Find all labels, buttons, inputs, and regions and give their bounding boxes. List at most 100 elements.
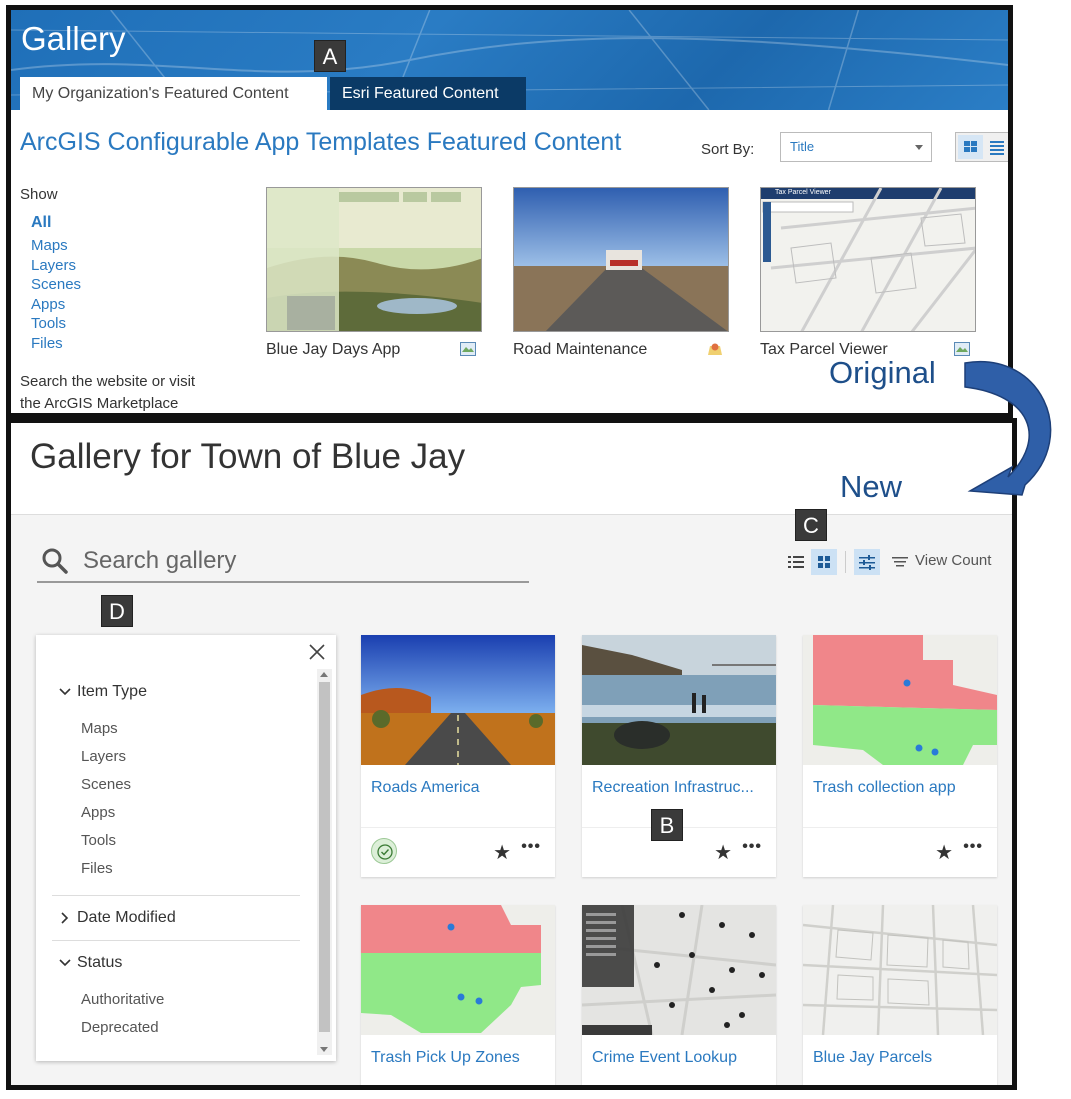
filter-scrollbar[interactable] [317, 669, 332, 1055]
sort-by-label: Sort By: [701, 141, 755, 158]
new-gallery-panel: Gallery for Town of Blue Jay C D [6, 418, 1017, 1090]
filter-scenes[interactable]: Scenes [31, 275, 81, 295]
scroll-up-icon[interactable] [320, 672, 328, 677]
filter-toggle-button[interactable] [854, 549, 880, 575]
gallery-item[interactable]: Tax Parcel Viewer Tax Parcel Viewer [760, 187, 976, 358]
featured-content-title: ArcGIS Configurable App Templates Featur… [20, 128, 622, 156]
curved-arrow-icon [964, 360, 1052, 496]
list-icon [990, 141, 1004, 155]
sort-button[interactable]: View Count [889, 549, 1009, 575]
section-label: Date Modified [77, 909, 176, 926]
filter-option-layers[interactable]: Layers [81, 747, 131, 775]
filter-option-files[interactable]: Files [81, 859, 131, 887]
item-title[interactable]: Blue Jay Days App [266, 341, 400, 359]
card-thumbnail[interactable] [803, 905, 997, 1035]
parcel-map-thumbnail [761, 188, 975, 331]
new-label: New [840, 469, 903, 504]
type-filter-list: All Maps Layers Scenes Apps Tools Files [31, 210, 81, 354]
gallery-item[interactable]: Blue Jay Days App [266, 187, 482, 358]
toolbar-divider [845, 551, 846, 573]
zone-map-thumbnail [361, 905, 555, 1035]
road-thumbnail [514, 188, 728, 331]
section-label: Status [77, 954, 123, 971]
search-input[interactable] [83, 545, 513, 577]
tab-esri-featured[interactable]: Esri Featured Content [330, 77, 526, 110]
filter-all[interactable]: All [31, 210, 81, 236]
chevron-down-icon [59, 959, 71, 966]
more-options-icon[interactable]: ••• [963, 838, 983, 856]
grid-icon [964, 141, 977, 152]
filter-maps[interactable]: Maps [31, 236, 81, 256]
parcel-map-thumbnail [803, 905, 997, 1035]
card-thumbnail[interactable] [361, 905, 555, 1035]
section-item-type[interactable]: Item Type [58, 683, 147, 701]
filter-layers[interactable]: Layers [31, 256, 81, 276]
item-thumbnail[interactable]: Tax Parcel Viewer [760, 187, 976, 332]
filter-option-apps[interactable]: Apps [81, 803, 131, 831]
gallery-card[interactable]: Trash collection app ★ ••• [803, 635, 997, 877]
filter-option-authoritative[interactable]: Authoritative [81, 990, 164, 1018]
card-title[interactable]: Trash Pick Up Zones [371, 1049, 549, 1067]
scroll-thumb[interactable] [319, 682, 330, 1032]
callout-b: B [651, 809, 683, 841]
sort-by-select[interactable]: Title [780, 132, 932, 162]
web-app-icon [954, 342, 970, 356]
filter-option-maps[interactable]: Maps [81, 719, 131, 747]
section-status[interactable]: Status [58, 954, 122, 972]
grid-view-button[interactable] [958, 135, 983, 159]
star-icon[interactable]: ★ [935, 840, 953, 865]
tab-my-organization[interactable]: My Organization's Featured Content [20, 77, 327, 110]
filter-panel: Item Type Maps Layers Scenes Apps Tools … [36, 635, 336, 1061]
filter-apps[interactable]: Apps [31, 295, 81, 315]
star-icon[interactable]: ★ [714, 840, 732, 865]
gallery-card[interactable]: Crime Event Lookup [582, 905, 776, 1085]
sort-icon [892, 557, 908, 567]
list-view-button[interactable] [985, 135, 1008, 159]
card-thumbnail[interactable] [582, 635, 776, 765]
card-title[interactable]: Recreation Infrastruc... [592, 779, 770, 797]
original-label: Original [829, 355, 936, 390]
search-icon [42, 548, 68, 574]
item-thumbnail[interactable] [266, 187, 482, 332]
section-divider [52, 940, 300, 941]
grid-view-button[interactable] [811, 549, 837, 575]
star-icon[interactable]: ★ [493, 840, 511, 865]
list-view-button[interactable] [783, 549, 809, 575]
lakeside-thumbnail [582, 635, 776, 765]
filter-option-deprecated[interactable]: Deprecated [81, 1018, 164, 1046]
grid-icon [818, 556, 830, 568]
gallery-card[interactable]: Roads America ★ ••• [361, 635, 555, 877]
card-thumbnail[interactable] [582, 905, 776, 1035]
authoritative-badge [371, 838, 397, 864]
gallery-item[interactable]: Road Maintenance [513, 187, 729, 358]
gallery-card[interactable]: Blue Jay Parcels [803, 905, 997, 1085]
card-thumbnail[interactable] [361, 635, 555, 765]
sliders-icon [859, 555, 875, 570]
card-title[interactable]: Roads America [371, 779, 549, 797]
more-options-icon[interactable]: ••• [521, 838, 541, 856]
section-divider [52, 895, 300, 896]
more-options-icon[interactable]: ••• [742, 838, 762, 856]
filter-files[interactable]: Files [31, 334, 81, 354]
gallery-card[interactable]: Trash Pick Up Zones [361, 905, 555, 1085]
section-date-modified[interactable]: Date Modified [58, 909, 176, 927]
filter-option-tools[interactable]: Tools [81, 831, 131, 859]
card-thumbnail[interactable] [803, 635, 997, 765]
card-title[interactable]: Blue Jay Parcels [813, 1049, 991, 1067]
filter-tools[interactable]: Tools [31, 314, 81, 334]
scroll-down-icon[interactable] [320, 1047, 328, 1052]
item-thumbnail[interactable] [513, 187, 729, 332]
close-icon[interactable] [308, 643, 326, 661]
map-pin-icon [708, 343, 722, 355]
filter-option-scenes[interactable]: Scenes [81, 775, 131, 803]
item-title[interactable]: Road Maintenance [513, 341, 647, 359]
view-toolbar: View Count [781, 549, 1011, 577]
card-title[interactable]: Crime Event Lookup [592, 1049, 770, 1067]
card-title[interactable]: Trash collection app [813, 779, 991, 797]
chevron-down-icon [915, 145, 923, 150]
search-bar [37, 541, 529, 583]
gallery-header: Gallery My Organization's Featured Conte… [11, 10, 1008, 110]
check-circle-icon [377, 844, 393, 860]
status-options: Authoritative Deprecated [81, 990, 164, 1046]
web-app-icon [460, 342, 476, 356]
